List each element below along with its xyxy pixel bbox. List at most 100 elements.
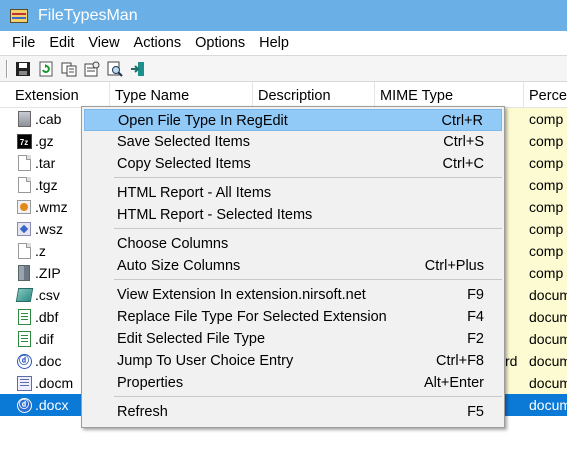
column-type-name[interactable]: Type Name	[110, 82, 253, 108]
context-menu: Open File Type In RegEdit Ctrl+R Save Sele…	[81, 106, 505, 428]
perceived-type-cell: comp	[524, 174, 567, 196]
perceived-type-cell: docum	[524, 306, 567, 328]
menu-item-copy-selected-items[interactable]: Copy Selected Items Ctrl+C	[84, 153, 502, 175]
app-icon	[10, 8, 28, 23]
menu-item-choose-columns[interactable]: Choose Columns	[84, 233, 502, 255]
perceived-type-cell: comp	[524, 130, 567, 152]
find-icon[interactable]	[106, 60, 124, 78]
extension-label: .z	[35, 243, 46, 259]
column-perceived[interactable]: Perceived	[524, 82, 567, 108]
extension-label: .docx	[35, 397, 69, 413]
media-icon	[16, 199, 32, 215]
extension-label: .gz	[35, 133, 54, 149]
perceived-type-cell: docum	[524, 284, 567, 306]
menu-item-label: Properties	[117, 375, 184, 391]
menu-item-label: Refresh	[117, 404, 168, 420]
extension-label: .csv	[35, 287, 60, 303]
menu-item-properties[interactable]: Properties Alt+Enter	[84, 372, 502, 394]
menu-item-shortcut: Ctrl+F8	[436, 353, 484, 369]
menu-item-label: Jump To User Choice Entry	[117, 353, 294, 369]
copy-icon[interactable]	[60, 60, 78, 78]
perceived-type-cell: docum	[524, 394, 567, 416]
file-icon	[16, 243, 32, 259]
menu-separator	[114, 396, 502, 397]
skin-icon	[16, 221, 32, 237]
menu-item-replace-file-type-for-selected-extension[interactable]: Replace File Type For Selected Extension…	[84, 306, 502, 328]
menu-item-edit-selected-file-type[interactable]: Edit Selected File Type F2	[84, 328, 502, 350]
column-description[interactable]: Description	[253, 82, 375, 108]
sheet-icon	[16, 309, 32, 325]
menu-item-html-report-selected-items[interactable]: HTML Report - Selected Items	[84, 204, 502, 226]
menu-options[interactable]: Options	[187, 35, 251, 51]
properties-icon[interactable]	[83, 60, 101, 78]
list-header: Extension Type Name Description MIME Typ…	[0, 82, 567, 108]
menu-item-html-report-all-items[interactable]: HTML Report - All Items	[84, 182, 502, 204]
menu-item-shortcut: Ctrl+S	[443, 134, 484, 150]
save-icon[interactable]	[14, 60, 32, 78]
app-window: FileTypesMan File Edit View Actions Opti…	[0, 0, 567, 449]
menu-item-shortcut: Ctrl+Plus	[424, 258, 484, 274]
extension-label: .dif	[35, 331, 54, 347]
perceived-type-cell: docum	[524, 328, 567, 350]
toolbar	[0, 55, 567, 82]
perceived-type-cell: docum	[524, 350, 567, 372]
file-icon	[16, 155, 32, 171]
menu-item-shortcut: Ctrl+C	[442, 156, 485, 172]
extension-label: .ZIP	[35, 265, 61, 281]
menu-item-jump-to-user-choice-entry[interactable]: Jump To User Choice Entry Ctrl+F8	[84, 350, 502, 372]
menu-separator	[114, 177, 502, 178]
menu-item-auto-size-columns[interactable]: Auto Size Columns Ctrl+Plus	[84, 255, 502, 277]
menu-item-save-selected-items[interactable]: Save Selected Items Ctrl+S	[84, 131, 502, 153]
exit-icon[interactable]	[129, 60, 147, 78]
docm-icon	[16, 375, 32, 391]
menu-item-label: HTML Report - All Items	[117, 185, 272, 201]
perceived-type-cell: comp	[524, 152, 567, 174]
column-mime-type[interactable]: MIME Type	[375, 82, 524, 108]
csv-icon	[15, 287, 33, 303]
extension-label: .wsz	[35, 221, 63, 237]
perceived-type-cell: comp	[524, 262, 567, 284]
extension-label: .dbf	[35, 309, 59, 325]
menu-item-label: Save Selected Items	[117, 134, 250, 150]
menu-item-label: View Extension In extension.nirsoft.net	[117, 287, 366, 303]
menu-item-view-extension-in-extension-nirsoft-net[interactable]: View Extension In extension.nirsoft.net F…	[84, 284, 502, 306]
sheet-icon	[16, 331, 32, 347]
menu-item-shortcut: Alt+Enter	[423, 375, 484, 391]
toolbar-grip	[6, 59, 8, 78]
menu-item-label: Auto Size Columns	[117, 258, 241, 274]
refresh-icon[interactable]	[37, 60, 55, 78]
extension-label: .cab	[35, 111, 62, 127]
extension-label: .doc	[35, 353, 62, 369]
7z-icon: 7z	[16, 133, 32, 149]
perceived-type-cell: comp	[524, 196, 567, 218]
menu-item-open-file-type-in-regedit[interactable]: Open File Type In RegEdit Ctrl+R	[84, 109, 502, 131]
title-bar[interactable]: FileTypesMan	[0, 0, 567, 31]
menu-item-shortcut: F9	[467, 287, 484, 303]
menu-view[interactable]: View	[80, 35, 125, 51]
menu-item-shortcut: Ctrl+R	[441, 113, 484, 129]
zip-icon	[16, 265, 32, 281]
menu-bar: File Edit View Actions Options Help	[0, 31, 567, 54]
file-icon	[16, 177, 32, 193]
perceived-type-cell: comp	[524, 240, 567, 262]
menu-item-label: Replace File Type For Selected Extension	[117, 309, 387, 325]
perceived-type-cell: comp	[524, 218, 567, 240]
doc-icon: ⓓ	[16, 397, 32, 413]
menu-help[interactable]: Help	[251, 35, 295, 51]
window-title: FileTypesMan	[38, 6, 138, 24]
cab-icon	[16, 111, 32, 127]
menu-file[interactable]: File	[4, 35, 41, 51]
perceived-type-cell: comp	[524, 108, 567, 130]
menu-item-shortcut: F4	[467, 309, 484, 325]
perceived-type-cell: docum	[524, 372, 567, 394]
extension-label: .wmz	[35, 199, 68, 215]
column-extension[interactable]: Extension	[10, 82, 110, 108]
doc-icon: ⓓ	[16, 353, 32, 369]
menu-separator	[114, 228, 502, 229]
menu-edit[interactable]: Edit	[41, 35, 80, 51]
menu-actions[interactable]: Actions	[126, 35, 188, 51]
menu-item-refresh[interactable]: Refresh F5	[84, 401, 502, 423]
extension-label: .tgz	[35, 177, 58, 193]
mime-type-text: rd	[505, 353, 518, 369]
menu-item-label: HTML Report - Selected Items	[117, 207, 313, 223]
